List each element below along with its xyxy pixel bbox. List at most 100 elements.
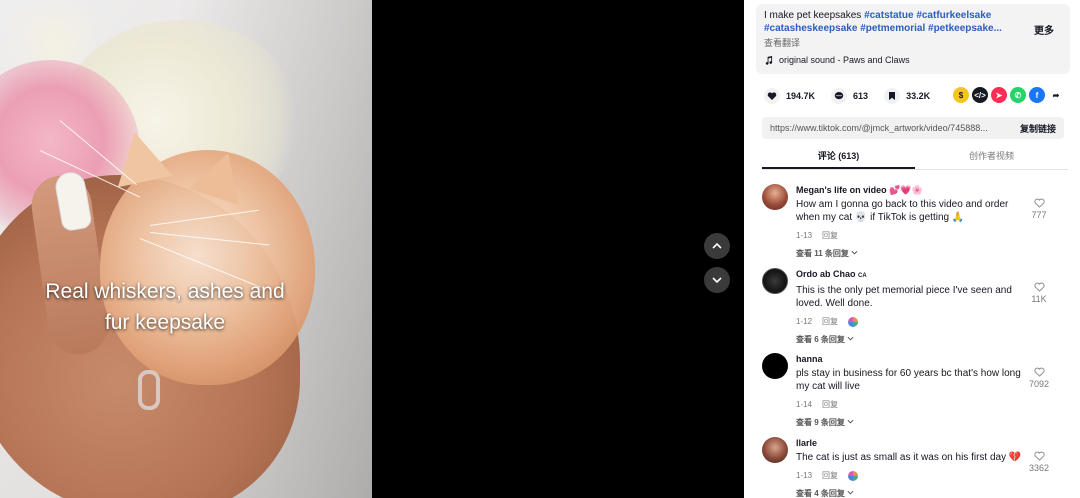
like-button[interactable]: 194.7K bbox=[764, 88, 815, 104]
comment-meta: 1-14 回复 bbox=[796, 399, 1032, 410]
translate-link[interactable]: 查看翻译 bbox=[764, 36, 1062, 49]
comment-date: 1-13 bbox=[796, 231, 813, 240]
hashtag-link[interactable]: #petmemorial bbox=[860, 23, 925, 34]
comment-like-count: 3362 bbox=[1028, 463, 1050, 473]
creator-liked-icon bbox=[848, 316, 859, 327]
comment-meta: 1-12 回复 bbox=[796, 316, 1032, 327]
comment-like-button[interactable]: 777 bbox=[1024, 198, 1054, 220]
comment-text: The cat is just as small as it was on hi… bbox=[796, 452, 1022, 463]
comment-author[interactable]: Megan's life on video 💕💗🌸 bbox=[796, 184, 1032, 196]
comment-author-row: Ordo ab Chao CA bbox=[796, 268, 1032, 282]
comment-date: 1-13 bbox=[796, 471, 813, 480]
comment-count: 613 bbox=[853, 91, 869, 101]
sound-link[interactable]: original sound - Paws and Claws bbox=[764, 55, 1062, 65]
avatar[interactable] bbox=[762, 353, 788, 379]
hashtag-link[interactable]: #catasheskeepsake bbox=[764, 23, 857, 34]
hashtag-link[interactable]: #catstatue bbox=[864, 10, 913, 21]
chevron-up-icon bbox=[712, 242, 722, 249]
chevron-down-icon bbox=[847, 490, 854, 495]
heart-outline-icon bbox=[1033, 367, 1045, 377]
hashtag-link[interactable]: #catfurkeelsake bbox=[916, 10, 991, 21]
facebook-icon[interactable]: f bbox=[1029, 87, 1045, 103]
heart-outline-icon bbox=[1033, 282, 1045, 292]
avatar[interactable] bbox=[762, 437, 788, 463]
action-bar: 194.7K 613 33.2K $ </> ➤ ✆ f ➦ bbox=[764, 86, 1064, 106]
comment-like-button[interactable]: 11K bbox=[1024, 282, 1054, 304]
video-letterbox bbox=[372, 0, 744, 498]
caption-line: Real whiskers, ashes and bbox=[45, 280, 285, 303]
share-arrow-icon[interactable]: ➦ bbox=[1048, 87, 1064, 103]
comment-item: Ordo ab Chao CA This is the only pet mem… bbox=[762, 262, 1068, 345]
tiktok-video-page: Real whiskers, ashes and fur keepsake I … bbox=[0, 0, 1080, 498]
description-prefix: I make pet keepsakes bbox=[764, 10, 865, 21]
comment-date: 1-12 bbox=[796, 317, 813, 326]
heart-outline-icon bbox=[1033, 198, 1045, 208]
copy-link-button[interactable]: 复制链接 bbox=[1020, 122, 1056, 135]
comment-item: llarle The cat is just as small as it wa… bbox=[762, 431, 1068, 498]
music-note-icon bbox=[765, 55, 773, 65]
description-text: I make pet keepsakes #catstatue #catfurk… bbox=[764, 9, 1022, 35]
country-badge: CA bbox=[858, 273, 867, 279]
tab-creator-videos[interactable]: 创作者视频 bbox=[915, 146, 1068, 169]
comment-like-button[interactable]: 7092 bbox=[1024, 367, 1054, 389]
video-description: I make pet keepsakes #catstatue #catfurk… bbox=[756, 4, 1070, 74]
creator-liked-icon bbox=[848, 470, 859, 481]
view-replies-button[interactable]: 查看 4 条回复 bbox=[796, 488, 1032, 498]
panel-tabs: 评论 (613) 创作者视频 bbox=[762, 146, 1068, 170]
chevron-down-icon bbox=[851, 250, 858, 255]
video-link-field[interactable]: https://www.tiktok.com/@jmck_artwork/vid… bbox=[762, 117, 1064, 139]
comment-icon bbox=[831, 88, 848, 104]
reply-button[interactable]: 回复 bbox=[822, 470, 838, 481]
hashtag-link[interactable]: #petkeepsake... bbox=[928, 23, 1002, 34]
view-replies-button[interactable]: 查看 9 条回复 bbox=[796, 417, 1032, 428]
caption-line: fur keepsake bbox=[104, 311, 226, 334]
sound-label: original sound - Paws and Claws bbox=[779, 55, 910, 65]
view-replies-label: 查看 9 条回复 bbox=[796, 418, 845, 427]
comment-like-count: 777 bbox=[1031, 210, 1047, 220]
reply-button[interactable]: 回复 bbox=[822, 316, 838, 327]
comment-author[interactable]: Ordo ab Chao bbox=[796, 269, 856, 279]
comment-like-count: 7092 bbox=[1028, 379, 1050, 389]
ring-image bbox=[138, 370, 160, 410]
comment-like-count: 11K bbox=[1031, 294, 1047, 304]
comment-text: How am I gonna go back to this video and… bbox=[796, 199, 1009, 223]
comment-button[interactable]: 613 bbox=[831, 88, 868, 104]
comment-meta: 1-13 回复 bbox=[796, 230, 1032, 241]
embed-icon[interactable]: </> bbox=[972, 87, 988, 103]
details-panel: I make pet keepsakes #catstatue #catfurk… bbox=[744, 0, 1080, 498]
reply-button[interactable]: 回复 bbox=[822, 230, 838, 241]
bookmark-icon bbox=[884, 88, 901, 104]
comment-text: This is the only pet memorial piece I've… bbox=[796, 285, 1012, 309]
tab-comments[interactable]: 评论 (613) bbox=[762, 146, 915, 169]
view-replies-button[interactable]: 查看 6 条回复 bbox=[796, 334, 1032, 345]
send-to-friends-icon[interactable]: ➤ bbox=[991, 87, 1007, 103]
video-url: https://www.tiktok.com/@jmck_artwork/vid… bbox=[770, 123, 988, 133]
chevron-down-icon bbox=[847, 419, 854, 424]
chevron-down-icon bbox=[847, 336, 854, 341]
coin-share-icon[interactable]: $ bbox=[953, 87, 969, 103]
whatsapp-icon[interactable]: ✆ bbox=[1010, 87, 1026, 103]
avatar[interactable] bbox=[762, 268, 788, 294]
comment-text: pls stay in business for 60 years bc tha… bbox=[796, 368, 1021, 392]
reply-button[interactable]: 回复 bbox=[822, 399, 838, 410]
view-replies-label: 查看 6 条回复 bbox=[796, 335, 845, 344]
comment-body: Ordo ab Chao CA This is the only pet mem… bbox=[796, 268, 1032, 345]
view-replies-button[interactable]: 查看 11 条回复 bbox=[796, 248, 1032, 259]
previous-video-button[interactable] bbox=[704, 233, 730, 259]
share-buttons: $ </> ➤ ✆ f ➦ bbox=[953, 87, 1064, 103]
comment-date: 1-14 bbox=[796, 400, 813, 409]
save-button[interactable]: 33.2K bbox=[884, 88, 930, 104]
video-caption: Real whiskers, ashes and fur keepsake bbox=[20, 276, 310, 338]
comment-item: hanna pls stay in business for 60 years … bbox=[762, 347, 1068, 427]
comment-item: Megan's life on video 💕💗🌸 How am I gonna… bbox=[762, 178, 1068, 258]
save-count: 33.2K bbox=[906, 91, 931, 101]
comment-author[interactable]: llarle bbox=[796, 437, 1032, 449]
heart-outline-icon bbox=[1033, 451, 1045, 461]
avatar[interactable] bbox=[762, 184, 788, 210]
comment-body: Megan's life on video 💕💗🌸 How am I gonna… bbox=[796, 184, 1032, 259]
more-button[interactable]: 更多 bbox=[1034, 22, 1054, 37]
next-video-button[interactable] bbox=[704, 267, 730, 293]
comment-like-button[interactable]: 3362 bbox=[1024, 451, 1054, 473]
video-player[interactable]: Real whiskers, ashes and fur keepsake bbox=[0, 0, 372, 498]
comment-author[interactable]: hanna bbox=[796, 353, 1032, 365]
